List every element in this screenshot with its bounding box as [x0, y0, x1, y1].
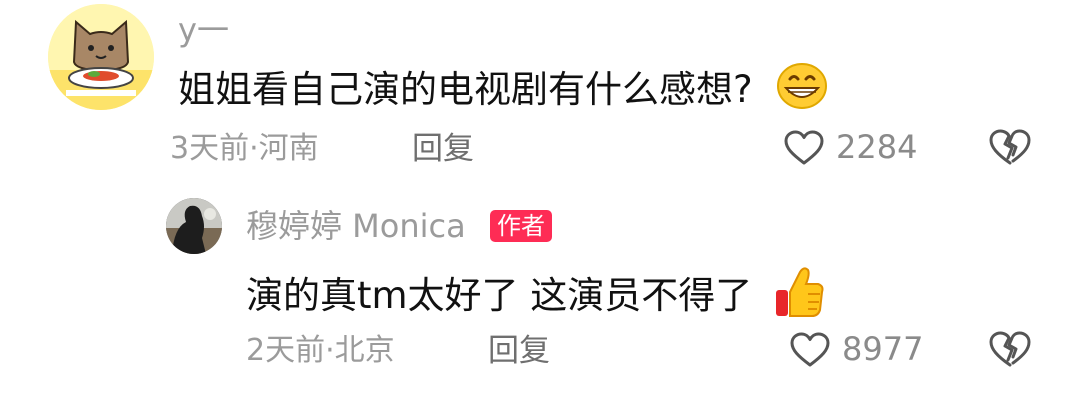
reply-timestamp-location: 2天前·北京 — [246, 333, 395, 368]
comment-text: 姐姐看自己演的电视剧有什么感想? — [178, 62, 828, 121]
broken-heart-icon — [989, 331, 1031, 367]
author-badge: 作者 — [490, 210, 552, 242]
cat-avatar-icon — [48, 4, 154, 110]
commenter-username[interactable]: y一 — [178, 10, 229, 50]
comment-dislike-button[interactable] — [988, 128, 1032, 168]
reply-text-body: 演的真tm太好了 这演员不得了 — [246, 274, 753, 317]
reply-text: 演的真tm太好了 这演员不得了 — [246, 264, 826, 331]
heart-outline-icon — [784, 130, 824, 165]
heart-outline-icon — [790, 332, 830, 367]
reply-like-count: 8977 — [842, 330, 924, 368]
broken-heart-icon — [989, 129, 1031, 165]
reply-reply-button[interactable]: 回复 — [488, 332, 550, 370]
comment-like-count: 2284 — [836, 128, 918, 166]
thumbs-up-icon — [772, 264, 826, 331]
comment-timestamp-location: 3天前·河南 — [170, 131, 319, 166]
reply-like-button[interactable]: 8977 — [790, 330, 940, 370]
replier-username[interactable]: 穆婷婷 Monica — [246, 206, 466, 246]
reply-dislike-button[interactable] — [988, 330, 1032, 370]
comment-like-button[interactable]: 2284 — [784, 128, 934, 168]
replier-avatar[interactable] — [166, 198, 222, 254]
grinning-face-icon — [776, 62, 828, 121]
comment-text-body: 姐姐看自己演的电视剧有什么感想? — [178, 68, 753, 111]
portrait-avatar-icon — [166, 198, 222, 254]
commenter-avatar[interactable] — [48, 4, 154, 110]
comment-reply-button[interactable]: 回复 — [412, 130, 474, 168]
